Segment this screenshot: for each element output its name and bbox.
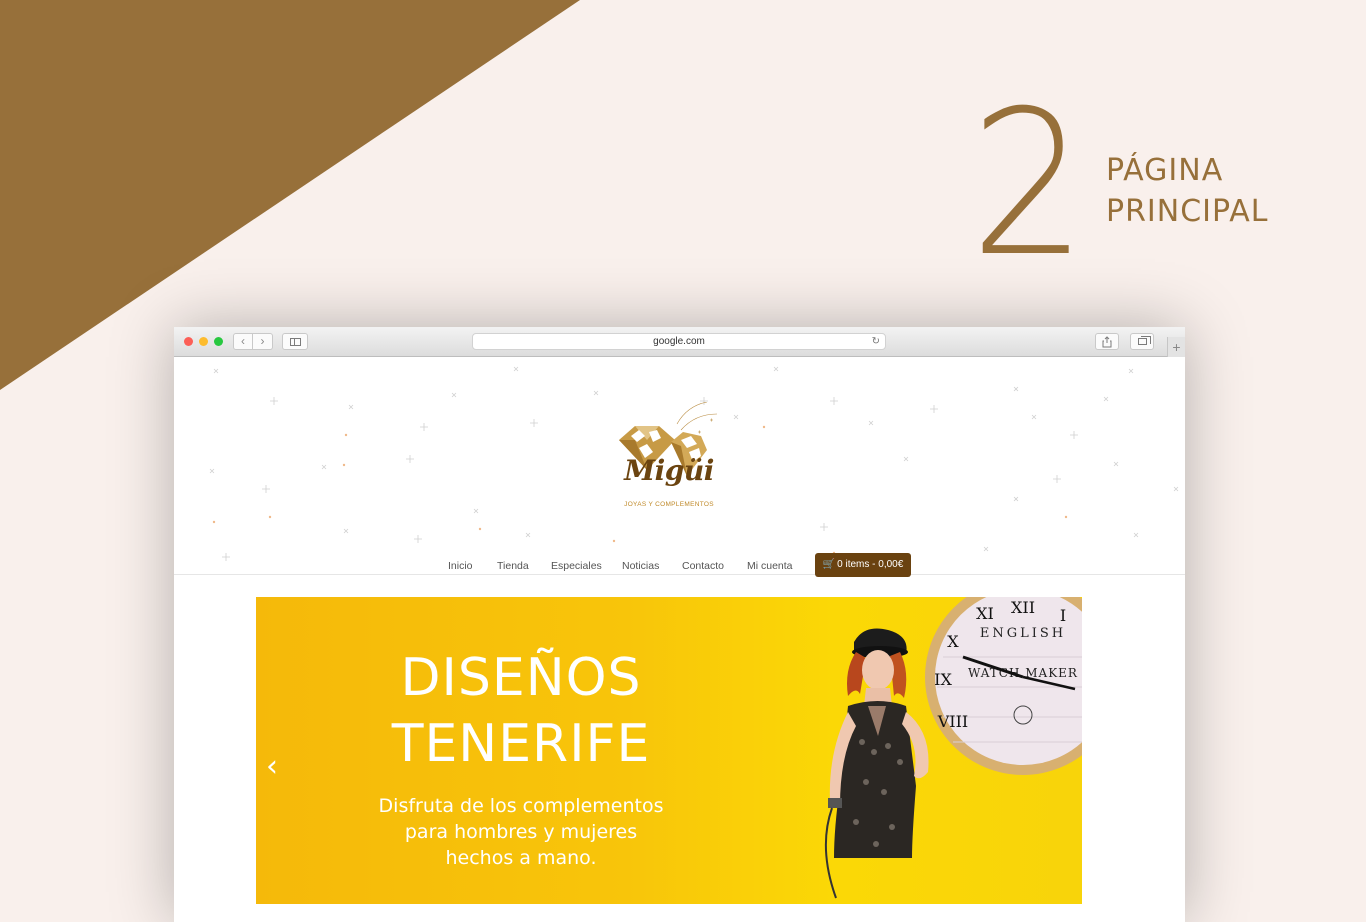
close-window-button[interactable]: [184, 337, 193, 346]
nav-item-contacto[interactable]: Contacto: [682, 553, 724, 579]
main-navigation: Inicio Tienda Especiales Noticias Contac…: [174, 553, 1185, 581]
svg-text:XI: XI: [976, 604, 994, 623]
cart-label: 0 items - 0,00€: [837, 559, 904, 570]
hero-subtitle: Disfruta de los complementos para hombre…: [361, 793, 681, 871]
address-bar-url: google.com: [653, 336, 705, 347]
clock-image: XII XI I II X IX III VIII IV ENGLISH WAT…: [925, 597, 1082, 775]
cart-button[interactable]: 🛒 0 items - 0,00€: [815, 553, 911, 577]
slider-prev-arrow[interactable]: ‹: [266, 752, 278, 782]
nav-item-tienda[interactable]: Tienda: [497, 553, 529, 579]
cart-icon: 🛒: [822, 559, 836, 570]
chevron-right-icon: ›: [260, 334, 265, 348]
nav-item-noticias[interactable]: Noticias: [622, 553, 659, 579]
new-tab-button[interactable]: +: [1167, 337, 1185, 357]
hero-title-line2: TENERIFE: [391, 714, 651, 774]
maximize-window-button[interactable]: [214, 337, 223, 346]
svg-text:X: X: [947, 632, 959, 651]
browser-window: ‹ › google.com ↻ + Migüi JOYAS Y COMPLEM…: [174, 327, 1185, 922]
reload-icon[interactable]: ↻: [872, 334, 880, 349]
hero-title: DISEÑOS TENERIFE: [256, 645, 786, 777]
back-button[interactable]: ‹: [233, 333, 253, 350]
svg-text:I: I: [1060, 606, 1066, 625]
address-bar[interactable]: google.com ↻: [472, 333, 886, 350]
hero-title-line1: DISEÑOS: [400, 648, 642, 708]
tabs-icon: [1137, 336, 1151, 345]
hero-subtitle-line1: Disfruta de los complementos: [378, 795, 664, 817]
hero-subtitle-line2: para hombres y mujeres: [404, 821, 638, 843]
sidebar-toggle-button[interactable]: [282, 333, 308, 350]
step-title: PÁGINA PRINCIPAL: [1106, 150, 1268, 232]
sidebar-icon: [289, 338, 301, 346]
step-title-line1: PÁGINA: [1106, 153, 1224, 188]
logo-tagline: JOYAS Y COMPLEMENTOS: [624, 501, 714, 508]
tab-overview-button[interactable]: [1130, 333, 1154, 350]
svg-text:XII: XII: [1011, 598, 1035, 617]
forward-button[interactable]: ›: [253, 333, 273, 350]
hero-subtitle-line3: hechos a mano.: [445, 847, 597, 869]
step-title-line2: PRINCIPAL: [1106, 194, 1269, 229]
minimize-window-button[interactable]: [199, 337, 208, 346]
chevron-left-icon: ‹: [241, 334, 245, 348]
site-header: Migüi JOYAS Y COMPLEMENTOS Inicio Tienda…: [174, 357, 1185, 577]
nav-item-inicio[interactable]: Inicio: [448, 553, 473, 579]
nav-item-mi-cuenta[interactable]: Mi cuenta: [747, 553, 793, 579]
logo-name: Migüi: [624, 454, 714, 487]
clock-text-english: ENGLISH: [980, 626, 1066, 641]
share-icon: [1102, 336, 1112, 348]
step-number: 2: [970, 68, 1087, 301]
nav-item-especiales[interactable]: Especiales: [551, 553, 602, 579]
browser-toolbar: ‹ › google.com ↻ +: [174, 327, 1185, 357]
hero-slider: XII XI I II X IX III VIII IV ENGLISH WAT…: [256, 597, 1082, 904]
model-image: [824, 628, 929, 899]
share-button[interactable]: [1095, 333, 1119, 350]
